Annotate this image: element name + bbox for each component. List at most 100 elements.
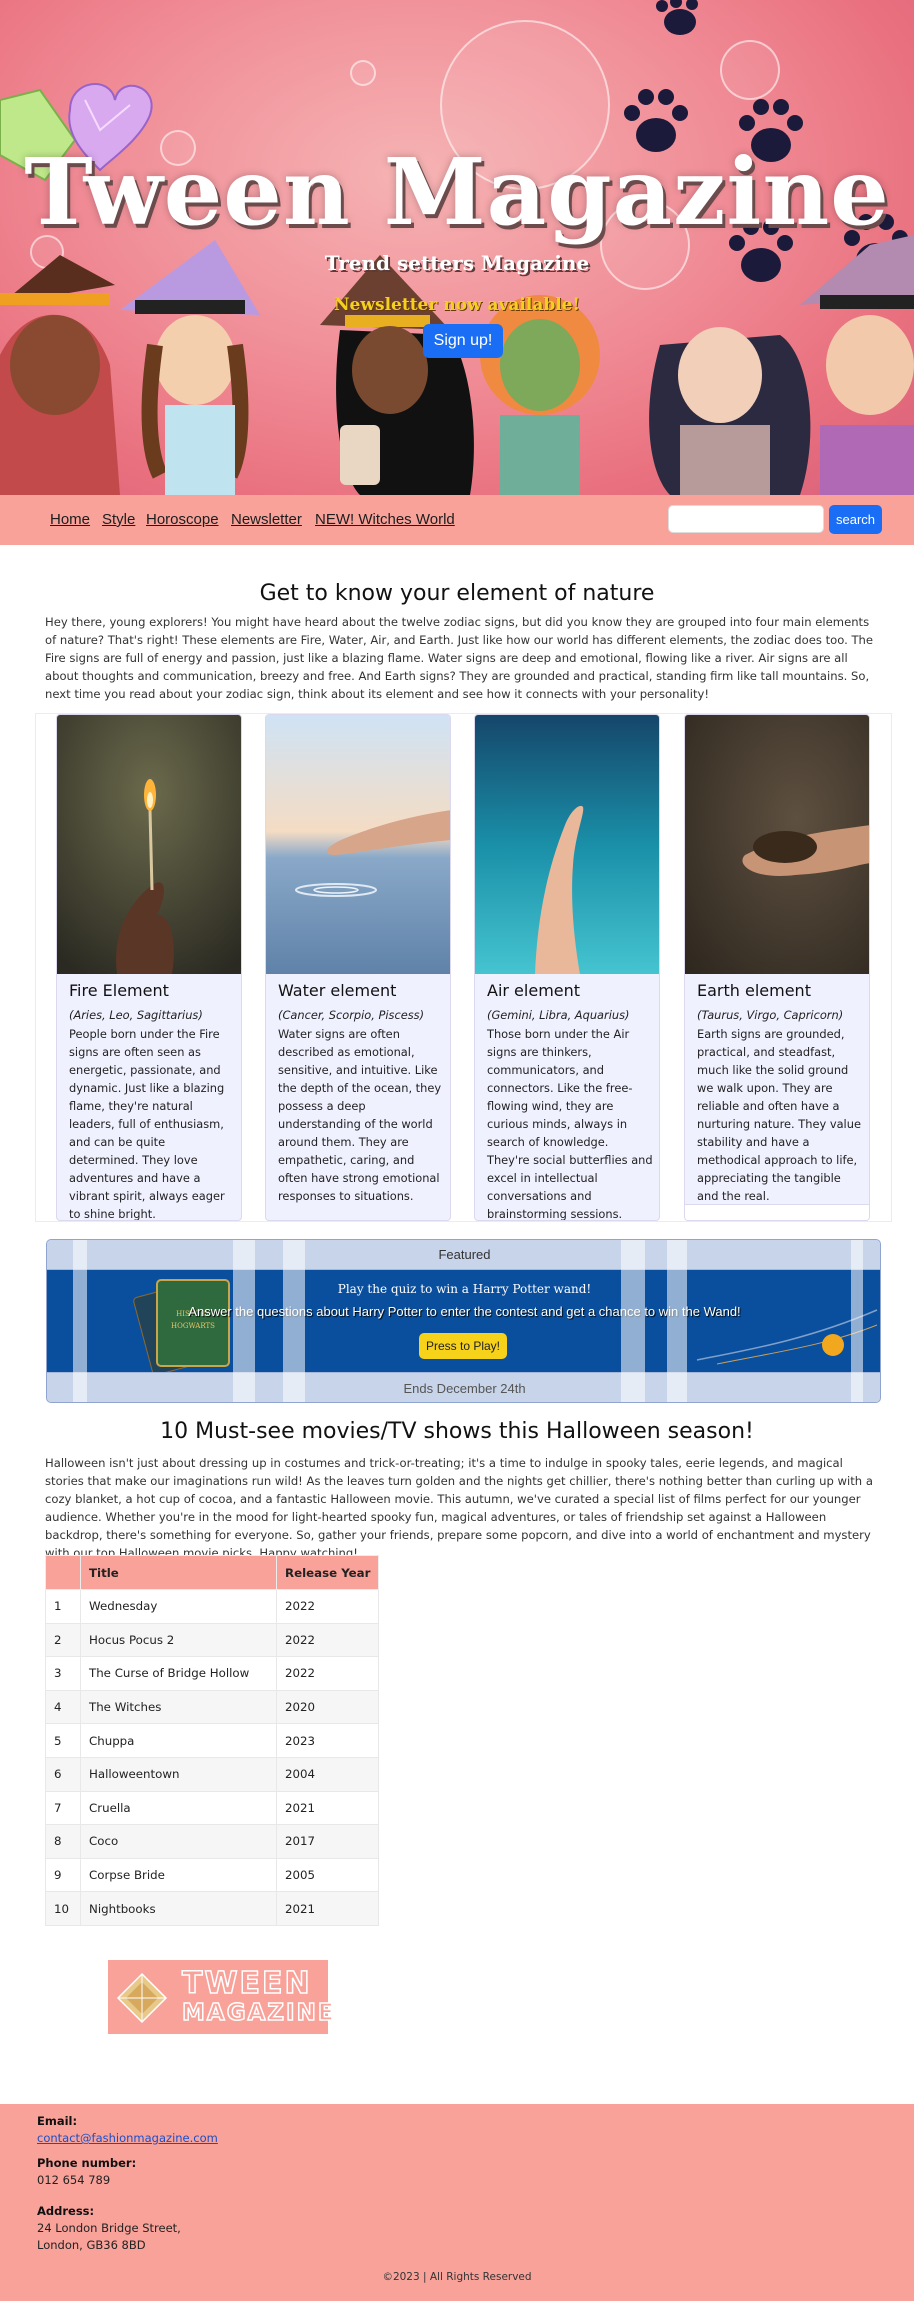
column-header [45,1555,81,1590]
column-header: Title [80,1555,277,1590]
cell-title: Coco [80,1824,277,1859]
cell-year: 2022 [276,1656,379,1691]
cell-rank: 9 [45,1857,81,1893]
newsletter-announcement: Newsletter now available! [334,295,580,315]
hero-subtitle: Trend setters Magazine [324,251,590,275]
card-text: People born under the Fire signs are oft… [69,1027,225,1221]
fire-match-image [57,715,241,974]
air-hand-image [475,715,659,974]
cell-title: Corpse Bride [80,1857,277,1893]
signup-button[interactable]: Sign up! [423,324,503,358]
cell-year: 2021 [276,1891,379,1926]
cell-title: The Curse of Bridge Hollow [80,1656,277,1691]
table-row: 4 The Witches 2020 [45,1689,379,1725]
decorative-stripe [667,1240,687,1402]
card-water-element: Water element (Cancer, Scorpio, Piscess)… [265,714,451,1221]
nav-link-horoscope[interactable]: Horoscope [146,511,219,528]
table-row: 7 Cruella 2021 [45,1790,379,1826]
table-header-row: Title Release Year [45,1555,379,1590]
card-text: Those born under the Air signs are think… [487,1027,653,1221]
cell-year: 2005 [276,1857,379,1893]
featured-card: Featured HISTORY HOGWARTS Play the quiz … [46,1239,881,1403]
cell-year: 2020 [276,1689,379,1725]
card-footer-strip [685,1204,869,1220]
cell-rank: 10 [45,1891,81,1926]
card-signs: (Aries, Leo, Sagittarius) [69,1008,203,1022]
water-hand-image [266,715,450,974]
cell-rank: 1 [45,1589,81,1624]
nav-link-style[interactable]: Style [102,511,135,528]
cell-year: 2022 [276,1589,379,1624]
nav-link-newsletter[interactable]: Newsletter [231,511,302,528]
hero-title: Tween Magazine [24,138,890,246]
decorative-stripe [73,1240,87,1402]
cell-title: The Witches [80,1689,277,1725]
table-row: 6 Halloweentown 2004 [45,1756,379,1792]
table-row: 2 Hocus Pocus 2 2022 [45,1622,379,1658]
card-title: Earth element [697,981,811,1000]
cell-title: Hocus Pocus 2 [80,1622,277,1658]
cell-rank: 6 [45,1756,81,1792]
table-row: 9 Corpse Bride 2005 [45,1857,379,1893]
card-title: Air element [487,981,581,1000]
phone-label: Phone number: [37,2156,137,2170]
book-text: HOGWARTS [171,1322,215,1330]
logo-line-1: TWEEN [181,1965,312,2002]
bubble-decoration [350,60,376,86]
movies-table: Title Release Year 1 Wednesday 2022 2 Hocus… [45,1555,379,1926]
card-text: Earth signs are grounded, practical, and… [697,1027,861,1203]
search-input[interactable] [668,505,824,533]
table-row: 5 Chuppa 2023 [45,1723,379,1758]
column-header: Release Year [276,1555,379,1590]
email-link[interactable]: contact@fashionmagazine.com [37,2131,218,2145]
movies-intro: Halloween isn't just about dressing up i… [45,1456,873,1560]
card-earth-element: Earth element (Taurus, Virgo, Capricorn)… [684,714,870,1221]
diamond-logo-icon [116,1972,168,2024]
table-row: 3 The Curse of Bridge Hollow 2022 [45,1656,379,1691]
cell-rank: 3 [45,1656,81,1691]
search-button[interactable]: search [829,505,882,534]
quiz-description: Answer the questions about Harry Potter … [188,1304,741,1319]
logo-line-2: MAGAZINE [181,1999,336,2027]
cell-rank: 5 [45,1723,81,1758]
featured-header: Featured [47,1240,880,1270]
card-air-element: Air element (Gemini, Libra, Aquarius) Th… [474,714,660,1221]
tween-magazine-logo: TWEEN MAGAZINE [108,1960,334,2034]
featured-banner: HISTORY HOGWARTS Play the quiz to win a … [47,1270,880,1372]
card-signs: (Cancer, Scorpio, Piscess) [278,1008,425,1022]
cell-year: 2017 [276,1824,379,1859]
elements-intro: Hey there, young explorers! You might ha… [45,615,874,701]
bubble-decoration [720,40,780,100]
card-signs: (Taurus, Virgo, Capricorn) [697,1008,844,1022]
cell-title: Wednesday [80,1589,277,1624]
movies-heading: 10 Must-see movies/TV shows this Hallowe… [160,1419,754,1444]
email-label: Email: [37,2114,78,2128]
decorative-stripe [851,1240,863,1402]
play-quiz-button[interactable]: Press to Play! [419,1333,507,1359]
card-signs: (Gemini, Libra, Aquarius) [487,1008,630,1022]
address-line-2: London, GB36 8BD [37,2238,146,2252]
nav-link-home[interactable]: Home [50,511,90,528]
copyright: ©2023 | All Rights Reserved [382,2271,532,2283]
table-row: 10 Nightbooks 2021 [45,1891,379,1926]
cell-rank: 2 [45,1622,81,1658]
table-row: 1 Wednesday 2022 [45,1589,379,1624]
phone-value: 012 654 789 [37,2173,111,2187]
address-label: Address: [37,2204,95,2218]
cell-year: 2022 [276,1622,379,1658]
cell-rank: 7 [45,1790,81,1826]
nav-link-witches-world[interactable]: NEW! Witches World [315,511,455,528]
decorative-stripe [621,1240,645,1402]
elements-heading: Get to know your element of nature [259,581,655,606]
cell-year: 2004 [276,1756,379,1792]
paw-print-icon [656,0,698,35]
quiz-title: Play the quiz to win a Harry Potter wand… [337,1282,592,1296]
cell-title: Halloweentown [80,1756,277,1792]
card-text: Water signs are often described as emoti… [278,1027,442,1203]
cell-title: Chuppa [80,1723,277,1758]
featured-footer: Ends December 24th [47,1372,880,1402]
card-title: Fire Element [69,981,169,1000]
cell-title: Nightbooks [80,1891,277,1926]
cell-rank: 8 [45,1824,81,1859]
card-title: Water element [278,981,397,1000]
